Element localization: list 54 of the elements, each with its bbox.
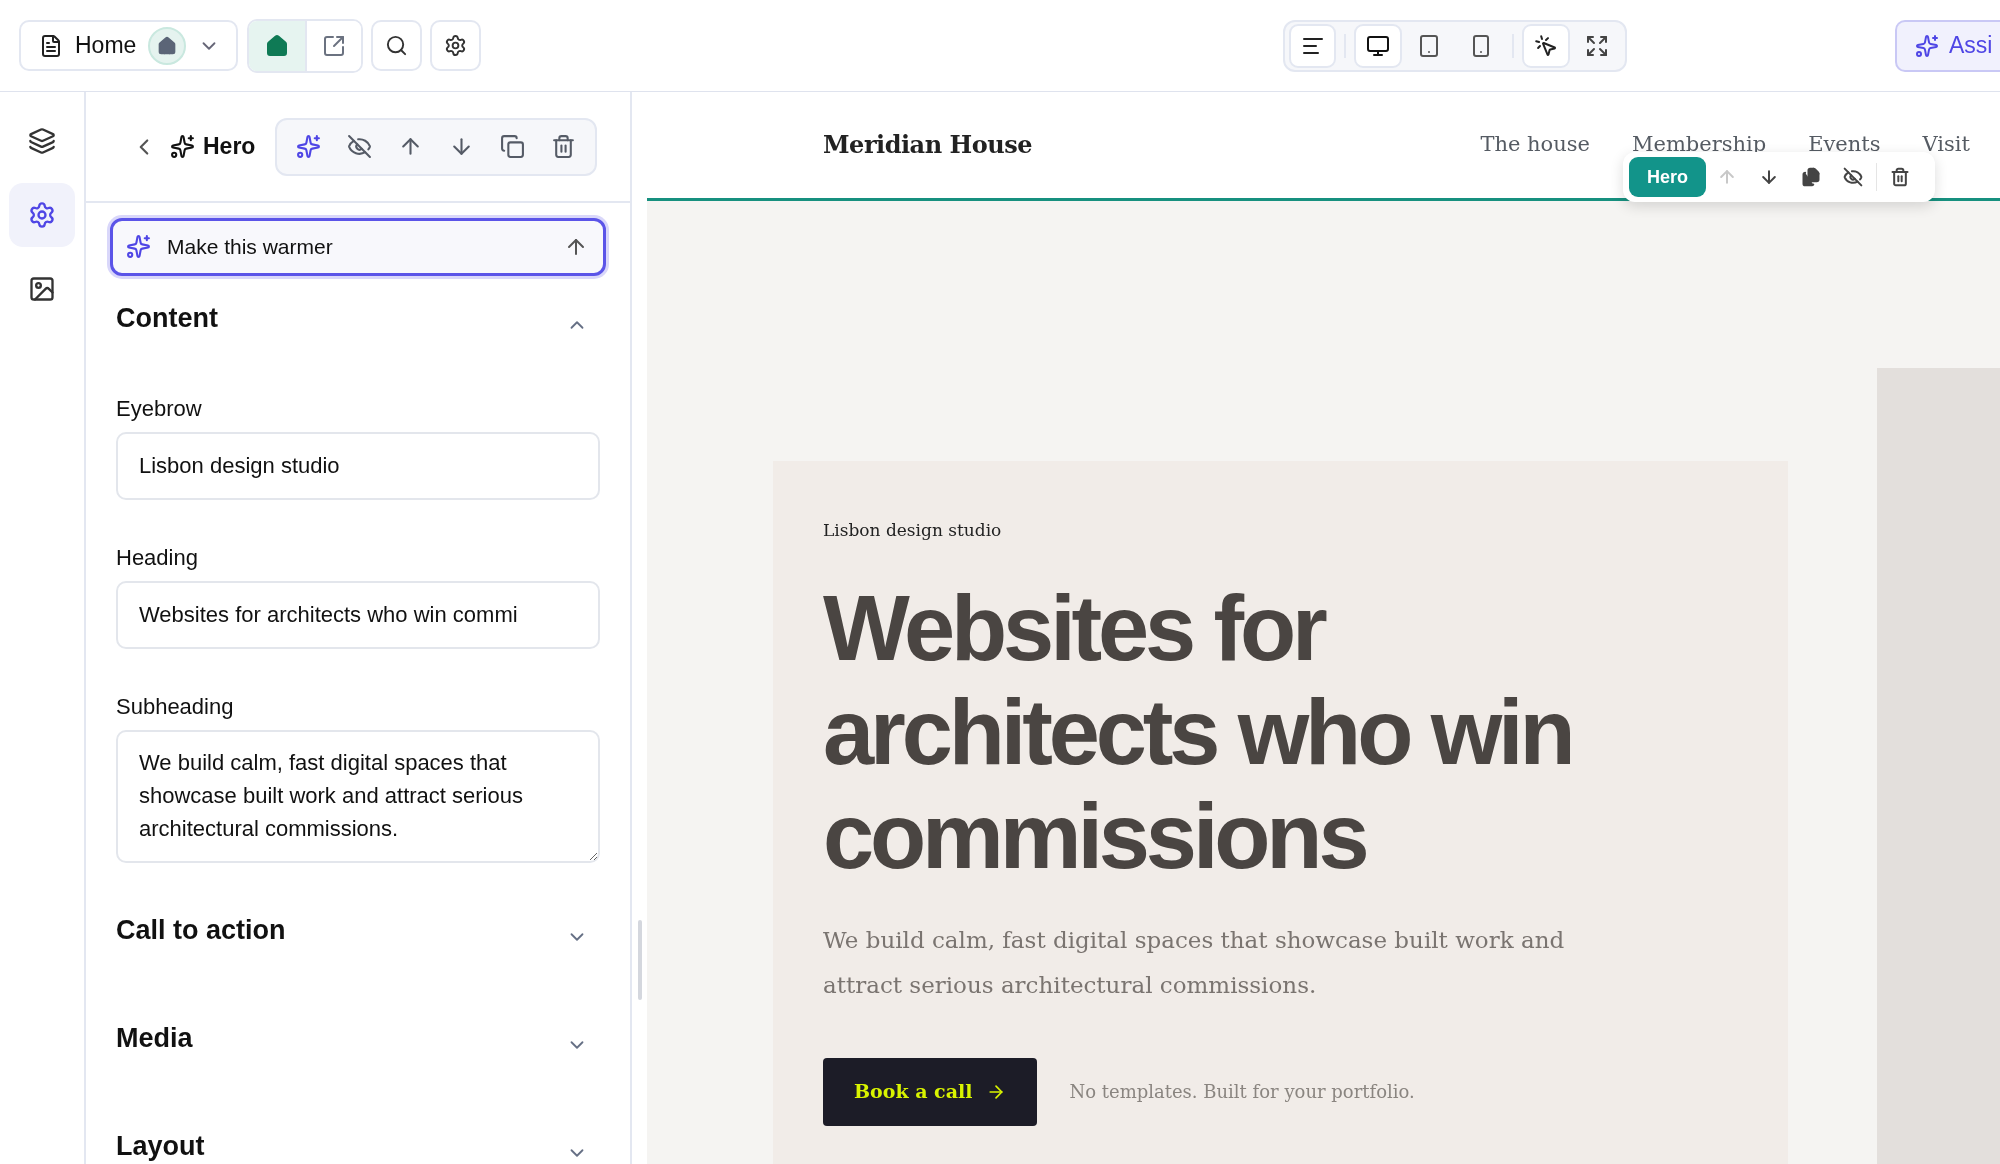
eye-off-icon	[1843, 167, 1863, 187]
text-field[interactable]: Websites for architects who win commi	[116, 581, 600, 649]
book-call-button[interactable]: Book a call	[823, 1057, 1038, 1126]
search-icon	[385, 34, 409, 57]
monitor-icon	[1366, 33, 1391, 58]
section-header[interactable]: Layout	[116, 1128, 600, 1164]
trash-icon	[551, 134, 577, 159]
expand-icon	[1585, 33, 1610, 58]
section-header[interactable]: Content	[116, 300, 600, 336]
nav-link[interactable]: Visit	[1922, 129, 1970, 161]
copy-icon	[1801, 167, 1821, 187]
home-badge-icon	[148, 26, 187, 65]
field-label: Eyebrow	[116, 396, 203, 422]
hero-heading: Websites for architects who win commissions	[823, 575, 1573, 888]
external-link-icon	[322, 33, 347, 58]
sparkles-icon	[1915, 33, 1939, 58]
settings-icon	[444, 34, 468, 57]
assistant-button[interactable]: Assi	[1895, 19, 2000, 72]
file-icon	[39, 33, 63, 58]
sparkles-icon	[126, 234, 151, 259]
layers-icon	[28, 127, 56, 155]
block-title: Hero	[203, 132, 256, 162]
field-label: Subheading	[116, 694, 235, 720]
text-toggle[interactable]	[1289, 23, 1337, 68]
section-header[interactable]: Call to action	[116, 912, 600, 948]
page-selector[interactable]: Home	[19, 20, 239, 71]
select-toggle[interactable]	[1522, 23, 1570, 68]
field-label: Heading	[116, 545, 199, 571]
open-button[interactable]	[305, 20, 362, 71]
nav-link[interactable]: The house	[1480, 129, 1590, 161]
sparkles-icon	[296, 134, 322, 159]
image-icon	[28, 275, 56, 303]
text-field[interactable]: Lisbon design studio	[116, 432, 600, 500]
settings-button[interactable]	[430, 20, 482, 71]
hero-subheading: We build calm, fast digital spaces that showcase built work and attract serious architectural commissions.	[823, 925, 1566, 1000]
prompt-field[interactable]: Make this warmer	[110, 218, 606, 276]
hero-eyebrow: Lisbon design studio	[823, 519, 1003, 542]
hero-note: No templates. Built for your portfolio.	[1069, 1080, 1415, 1104]
home-icon	[265, 33, 290, 58]
rail-button[interactable]	[9, 183, 75, 247]
resize-handle[interactable]	[637, 920, 642, 1000]
block-label: Hero	[1629, 157, 1706, 197]
settings-icon	[28, 201, 56, 229]
section-header[interactable]: Media	[116, 1020, 600, 1056]
subheading-field[interactable]: We build calm, fast digital spaces that showcase built work and attract serious architectural commissions.	[116, 730, 600, 863]
site-logo: Meridian House	[823, 129, 1033, 161]
sparkles-icon	[170, 134, 195, 159]
trash-icon	[1890, 167, 1910, 187]
device-button[interactable]	[1354, 23, 1402, 68]
pointer-click-icon	[1534, 33, 1558, 58]
copy-icon	[500, 134, 526, 159]
search-button[interactable]	[371, 20, 423, 71]
eye-off-icon	[347, 134, 373, 159]
home-button[interactable]	[249, 20, 306, 71]
